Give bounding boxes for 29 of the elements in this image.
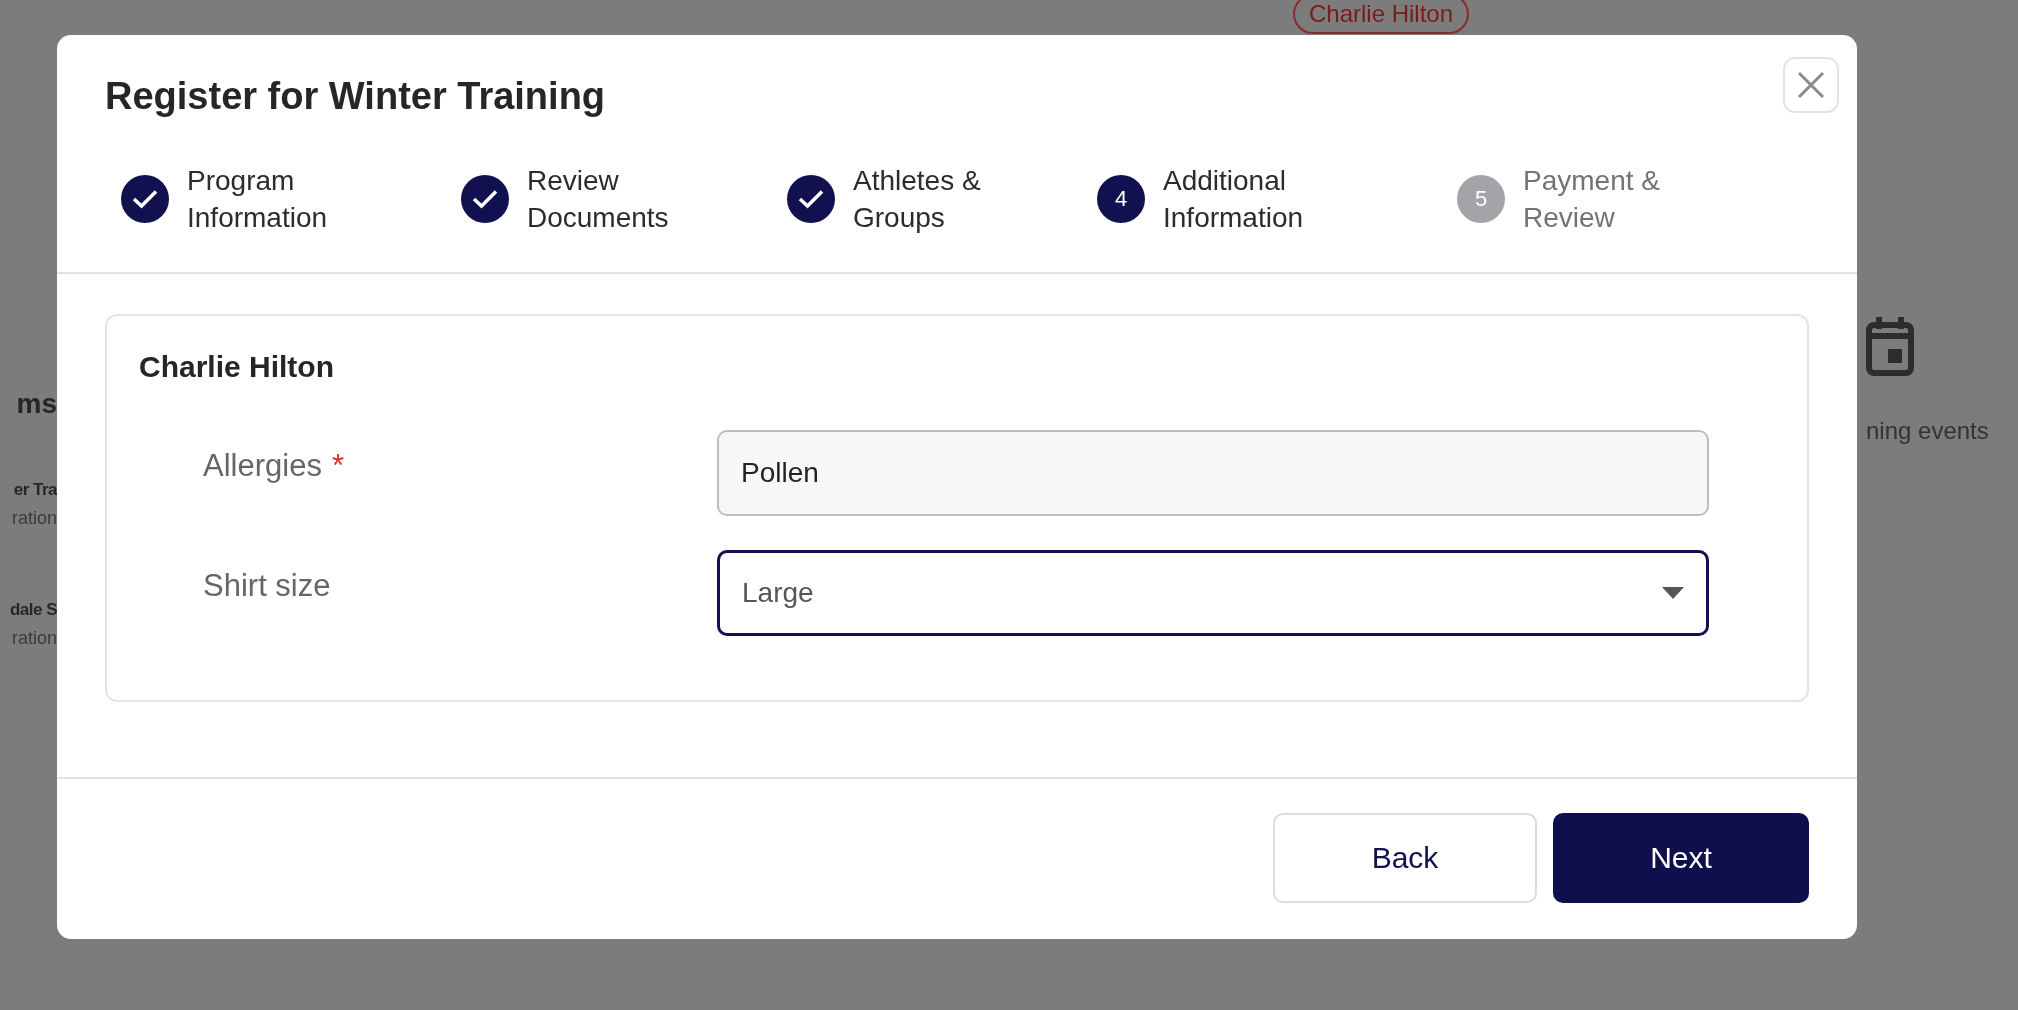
step-label: Athletes & Groups: [853, 164, 982, 235]
program-title: er Tra: [13, 480, 57, 500]
step-label: Review Documents: [527, 164, 670, 235]
select-field[interactable]: Large: [717, 550, 1709, 636]
step-label: Payment & Review: [1523, 164, 1661, 235]
program-subtitle: ration: [11, 628, 57, 649]
check-icon: [472, 189, 498, 209]
calendar-icon: [1866, 315, 1914, 377]
dropdown-caret-icon: [1662, 587, 1684, 599]
caption: ning events: [1866, 417, 1989, 445]
step-label: Program Information: [187, 164, 329, 235]
section-heading: ms: [16, 388, 57, 420]
step-label: Additional Information: [1163, 164, 1305, 235]
close-button[interactable]: [1783, 57, 1839, 113]
close-icon: [1797, 71, 1825, 99]
field-label: Allergies: [203, 448, 322, 484]
next-button[interactable]: Next: [1553, 813, 1809, 903]
field-label: Shirt size: [203, 568, 331, 604]
dialog-title: Register for Winter Training: [105, 75, 607, 118]
check-icon: [798, 189, 824, 209]
back-button[interactable]: Back: [1273, 813, 1537, 903]
input-field[interactable]: Pollen: [717, 430, 1709, 516]
step-marker: 5: [1457, 175, 1505, 223]
program-title: dale S: [9, 600, 57, 620]
required-mark: *: [331, 448, 344, 484]
program-subtitle: ration: [11, 508, 57, 529]
step-marker: 4: [1097, 175, 1145, 223]
check-icon: [132, 189, 158, 209]
athlete-name: Charlie Hilton: [139, 350, 335, 384]
